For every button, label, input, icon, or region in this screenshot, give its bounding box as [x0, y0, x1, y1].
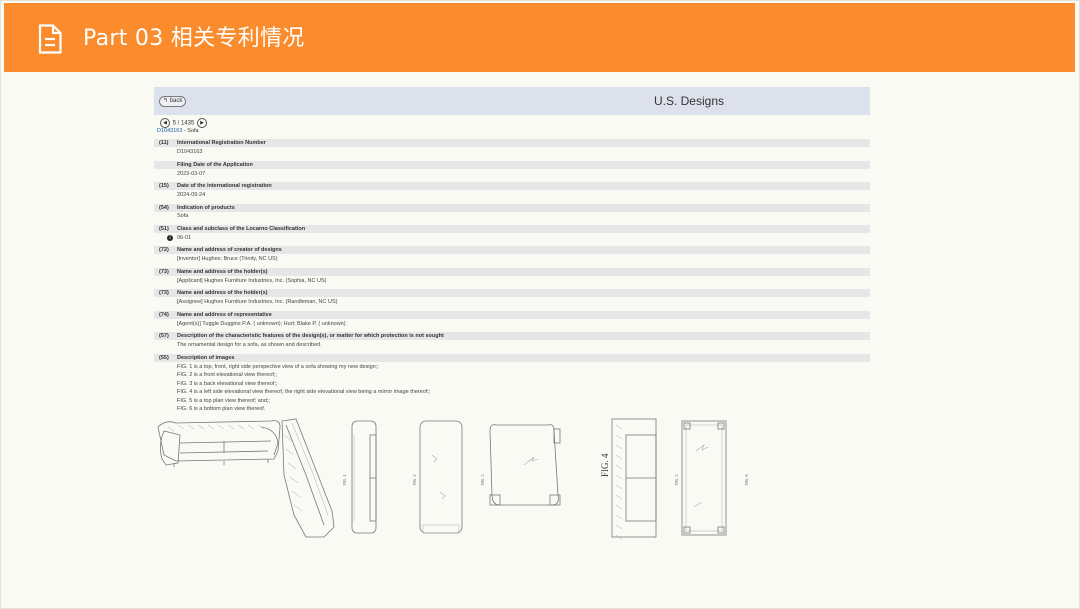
field-label: Name and address of the holder(s): [177, 290, 268, 296]
field-value: 06-01: [177, 235, 192, 241]
page-title: U.S. Designs: [653, 94, 724, 108]
field-row: [154, 204, 870, 212]
document-icon: [38, 24, 62, 54]
slide-title: Part 03 相关专利情况: [83, 26, 305, 51]
record-id-link[interactable]: D1043163: [157, 128, 182, 134]
back-arrow-icon: ↰: [163, 98, 169, 104]
image-description-line: FIG. 6 is a bottom plan view thereof.: [177, 406, 266, 412]
next-icon[interactable]: ▶: [197, 118, 208, 128]
field-label: Filing Date of the Application: [177, 162, 253, 168]
record-suffix: - Sofa: [182, 128, 199, 134]
sofa-back-elevation: [419, 420, 463, 534]
field-number: (74): [159, 312, 169, 318]
field-value: [Assignee] Hughes Furniture Industries, …: [177, 299, 338, 305]
field-number: (54): [159, 205, 169, 211]
image-description-line: FIG. 2 is a front elevational view there…: [177, 372, 277, 378]
field-value: [Applicant] Hughes Furniture Industries,…: [177, 278, 327, 284]
pager-text: 5 / 1435: [172, 120, 195, 127]
field-number: (73): [159, 290, 169, 296]
field-value: [Inventor] Hughes; Bruce (Trinity, NC US…: [177, 256, 278, 262]
figure-label: FIG. 3: [480, 475, 485, 485]
back-button[interactable]: ↰ back: [159, 96, 187, 107]
field-value: [Agent(s)] Tuggle Duggins P.A. ( unknown…: [177, 321, 346, 327]
info-icon[interactable]: i: [167, 235, 173, 241]
figure-label: FIG. 2: [412, 475, 417, 485]
field-label: Description of the characteristic featur…: [177, 333, 444, 339]
sofa-front-elevation: [351, 420, 377, 534]
field-value: 2023-03-07: [177, 171, 206, 177]
patent-drawings: FIG. 1 FIG. 2 FIG. 3 FIG. 4 FIG. 5 FIG. …: [157, 418, 749, 540]
field-row: [154, 161, 870, 169]
sofa-top-plan: [611, 418, 657, 540]
field-value: Sofa: [177, 213, 189, 219]
sofa-bottom-plan: [681, 420, 727, 536]
record-toolbar: ↰ back U.S. Designs: [154, 87, 870, 115]
field-number: (11): [159, 140, 169, 146]
field-number: (72): [159, 247, 169, 253]
field-label: Date of the international registration: [177, 183, 272, 189]
field-label: Description of images: [177, 355, 235, 361]
field-row: [154, 354, 870, 362]
pager: ◀ 5 / 1435 ▶: [159, 118, 208, 128]
image-description-line: FIG. 4 is a left side elevational view t…: [177, 389, 431, 395]
slide: Part 03 相关专利情况 ↰ back U.S. Designs ◀ 5 /…: [0, 0, 1080, 609]
field-number: (51): [159, 226, 169, 232]
prev-icon[interactable]: ◀: [160, 118, 170, 128]
sofa-angled-drawing: [281, 418, 335, 538]
figure-label: FIG. 5: [674, 475, 679, 485]
figure-label: FIG. 4: [600, 453, 610, 477]
header-bar: Part 03 相关专利情况: [4, 3, 1075, 72]
field-label: Name and address of representative: [177, 312, 272, 318]
field-number: (55): [159, 355, 169, 361]
sofa-side-elevation: [489, 424, 561, 506]
field-value: 2024-09-24: [177, 192, 206, 198]
field-label: Indication of products: [177, 205, 235, 211]
field-number: (57): [159, 333, 169, 339]
image-description-line: FIG. 3 is a back elevational view thereo…: [177, 381, 278, 387]
field-label: Name and address of the holder(s): [177, 269, 268, 275]
figure-label: FIG. 1: [342, 475, 347, 485]
field-label: Class and subclass of the Locarno Classi…: [177, 226, 306, 232]
record-title: D1043163 - Sofa: [157, 128, 199, 134]
field-number: (73): [159, 269, 169, 275]
sofa-perspective-drawing: [157, 420, 281, 467]
field-number: (15): [159, 183, 169, 189]
field-label: Name and address of creator of designs: [177, 247, 282, 253]
field-value: The ornamental design for a sofa, as sho…: [177, 342, 322, 348]
image-description-line: FIG. 5 is a top plan view thereof; and;;: [177, 398, 270, 404]
image-description-line: FIG. 1 is a top, front, right side persp…: [177, 364, 379, 370]
figure-label: FIG. 6: [744, 475, 749, 485]
back-label: back: [169, 98, 183, 104]
field-value: D1043163: [177, 149, 203, 155]
field-label: International Registration Number: [177, 140, 266, 146]
